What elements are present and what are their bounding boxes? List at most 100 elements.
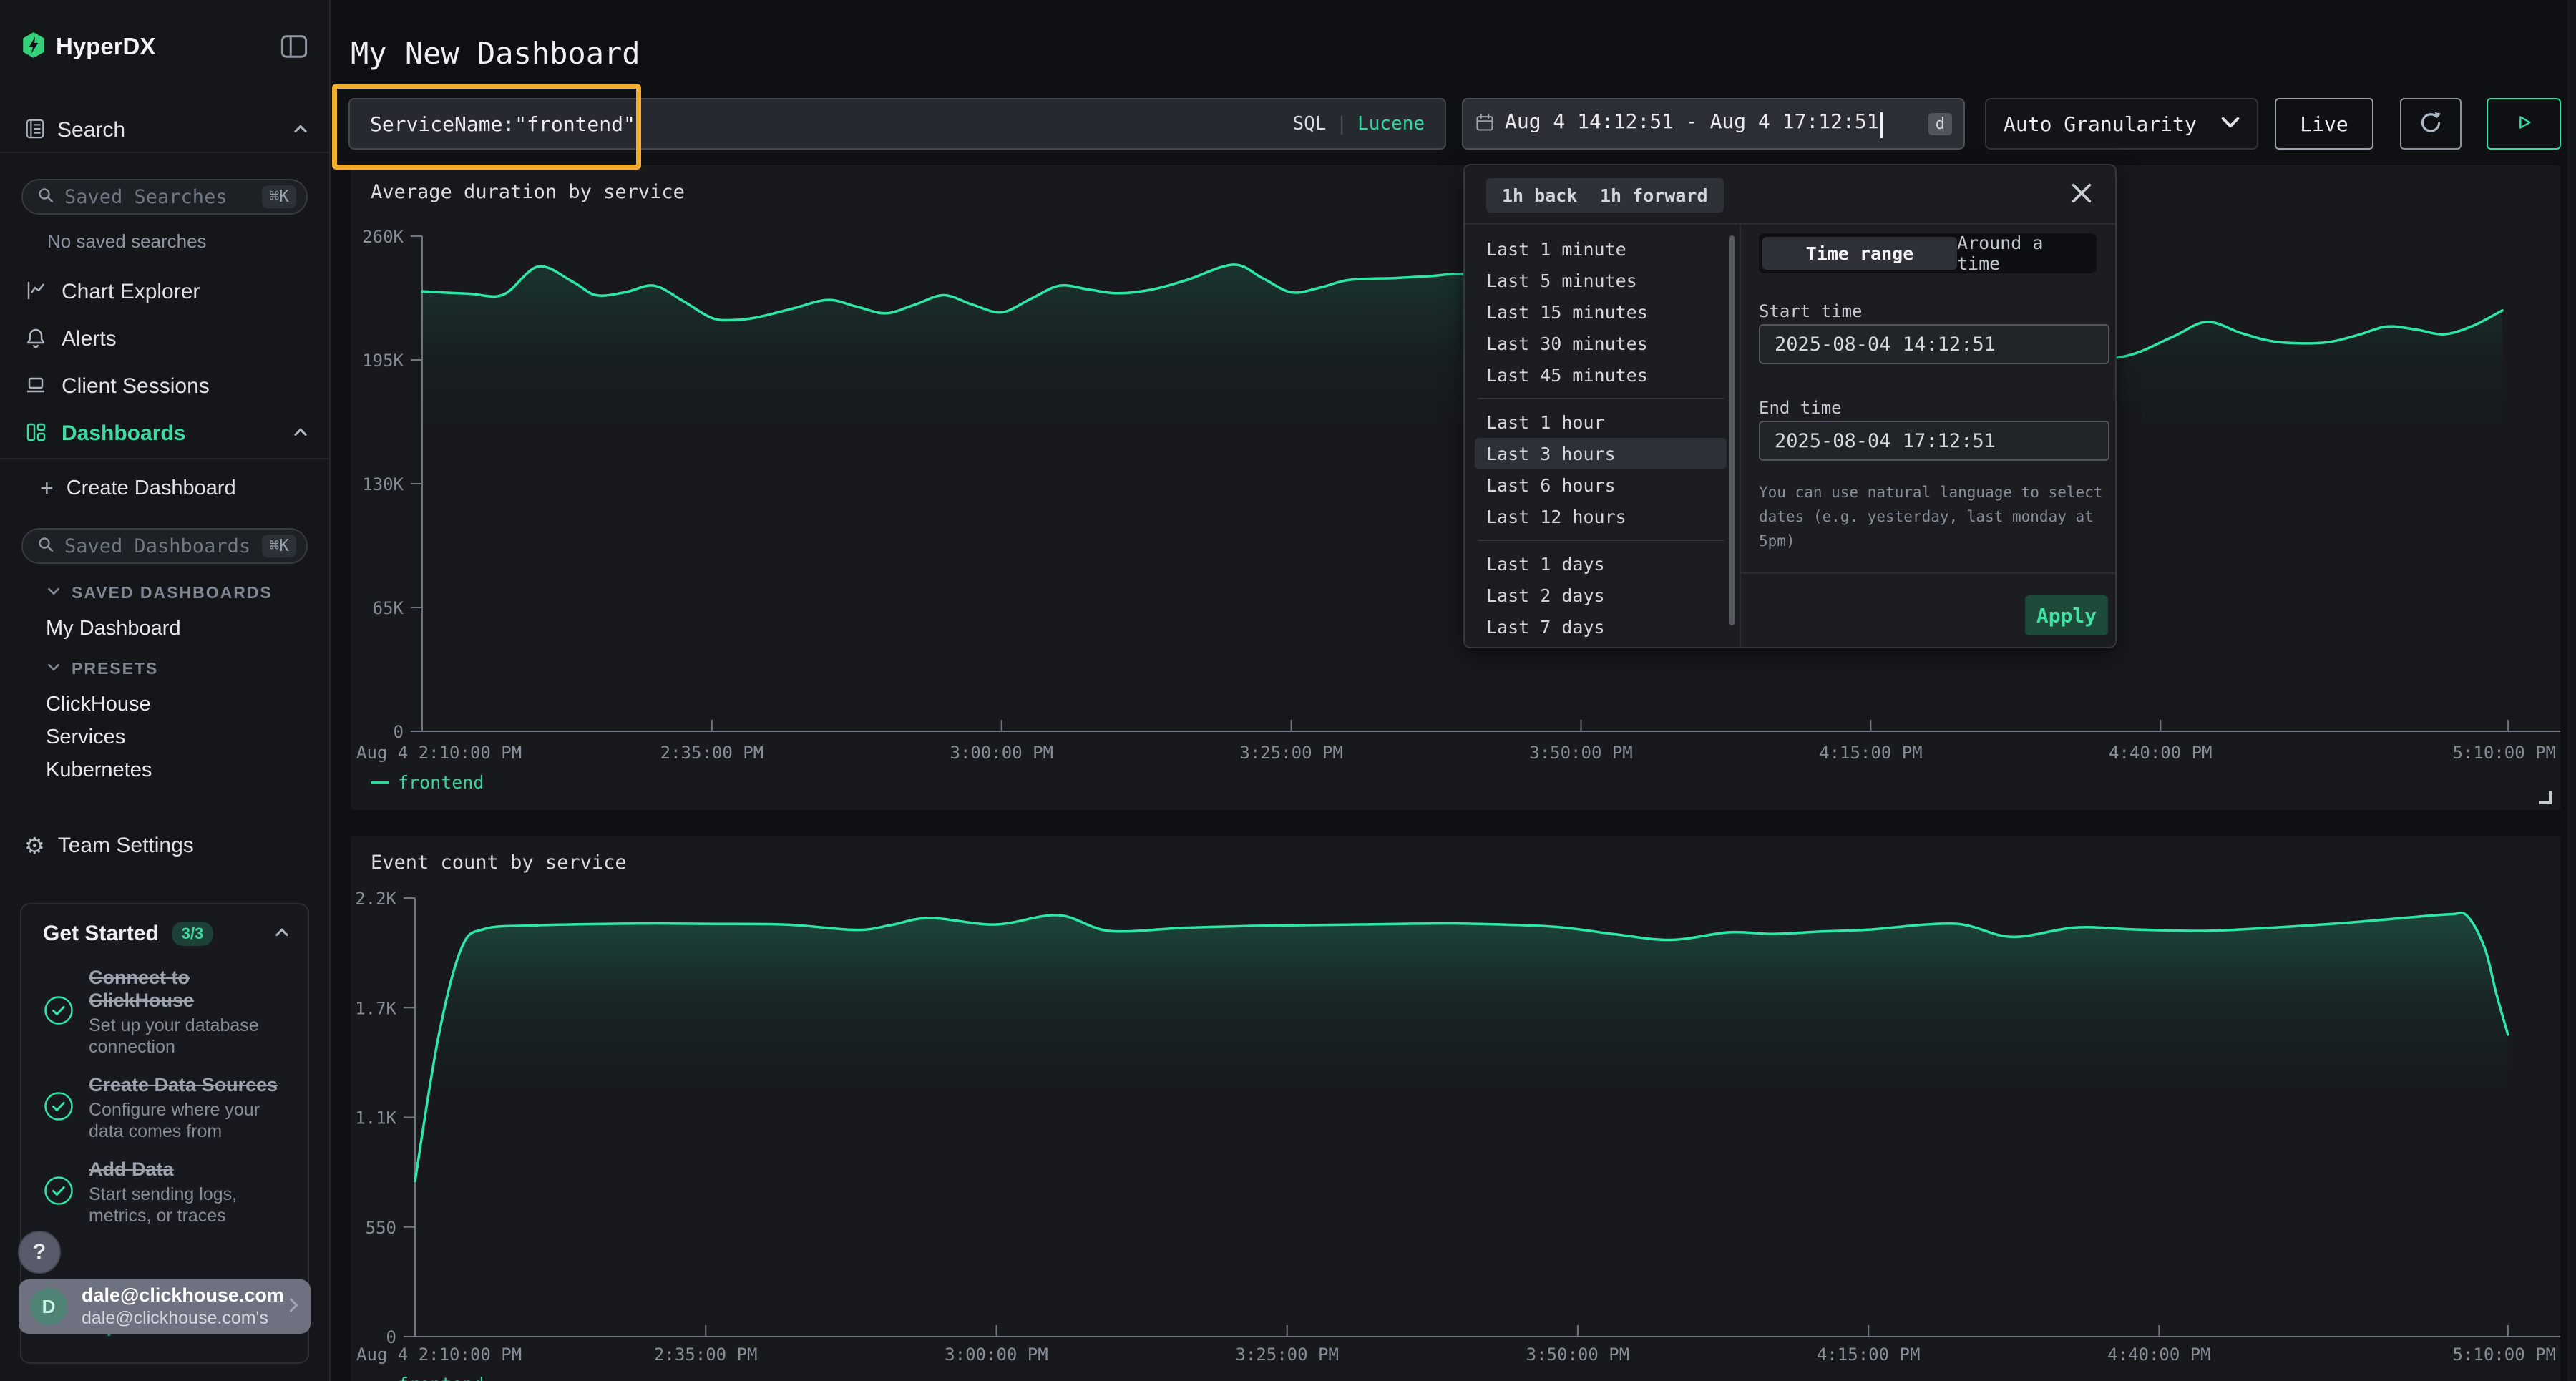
quick-range-last-30-minutes[interactable]: Last 30 minutes [1475,328,1727,359]
page-title: My New Dashboard [351,36,640,71]
sidebar-item-services[interactable]: Services [46,723,125,751]
average-duration-line-chart[interactable]: 065K130K195K260KAug 4 2:10:00 PM2:35:00 … [351,165,2560,810]
time-range-input[interactable]: Aug 4 14:12:51 - Aug 4 17:12:51 d [1462,98,1965,150]
run-query-button[interactable] [2487,98,2561,150]
event-count-line-chart[interactable]: 05501.1K1.7K2.2KAug 4 2:10:00 PM2:35:00 … [351,836,2560,1381]
search-query-input[interactable]: ServiceName:"frontend" SQL | Lucene [348,98,1446,150]
group-header-presets[interactable]: PRESETS [47,655,158,681]
live-button[interactable]: Live [2275,98,2373,150]
sidebar-item-dashboards[interactable]: Dashboards [24,410,308,457]
svg-text:2:35:00 PM: 2:35:00 PM [654,1345,758,1365]
check-circle-icon [43,995,74,1030]
check-circle-icon [43,1090,74,1126]
get-started-item[interactable]: Add DataStart sending logs, metrics, or … [43,1158,289,1226]
svg-text:Aug 4 2:10:00 PM: Aug 4 2:10:00 PM [356,743,522,763]
chevron-down-icon [47,586,60,599]
quick-range-last-12-hours[interactable]: Last 12 hours [1475,501,1727,532]
quick-range-last-15-minutes[interactable]: Last 15 minutes [1475,296,1727,328]
quick-range-last-1-minute[interactable]: Last 1 minute [1475,233,1727,265]
close-icon[interactable] [2069,181,2094,209]
tab-around-a-time[interactable]: Around a time [1957,237,2093,270]
divider [1465,223,2115,225]
start-time-input[interactable]: 2025-08-04 14:12:51 [1759,324,2109,364]
svg-text:4:40:00 PM: 4:40:00 PM [2109,743,2212,763]
tab-time-range[interactable]: Time range [1762,237,1957,270]
quick-range-last-2-days[interactable]: Last 2 days [1475,580,1727,611]
sidebar-item-kubernetes[interactable]: Kubernetes [46,756,152,784]
saved-searches-input[interactable]: Saved Searches ⌘K [21,179,308,215]
svg-text:4:15:00 PM: 4:15:00 PM [1819,743,1923,763]
end-time-input[interactable]: 2025-08-04 17:12:51 [1759,421,2109,461]
chevron-down-icon [47,662,60,675]
saved-dashboards-placeholder: Saved Dashboards [64,535,262,557]
sidebar-item-my-dashboard[interactable]: My Dashboard [46,614,181,643]
chart-explorer-icon [24,279,47,306]
quick-range-last-45-minutes[interactable]: Last 45 minutes [1475,359,1727,391]
page-scrollbar[interactable] [2567,0,2576,1381]
quick-range-last-1-hour[interactable]: Last 1 hour [1475,406,1727,438]
get-started-item[interactable]: Create Data SourcesConfigure where your … [43,1073,289,1142]
calendar-icon [1475,112,1495,136]
resize-handle-icon[interactable] [2539,791,2552,804]
chart-legend[interactable]: frontend [371,1374,484,1381]
get-started-items: Connect to ClickHouseSet up your databas… [43,966,289,1226]
get-started-item[interactable]: Connect to ClickHouseSet up your databas… [43,966,289,1058]
divider [1740,223,1741,647]
quick-range-last-6-hours[interactable]: Last 6 hours [1475,469,1727,501]
chart-panel-event-count: 05501.1K1.7K2.2KAug 4 2:10:00 PM2:35:00 … [351,836,2560,1381]
end-time-label: End time [1759,398,1842,418]
sidebar-item-label: Search [57,118,125,142]
brand-name: HyperDX [56,33,155,60]
sql-toggle[interactable]: SQL [1292,113,1326,135]
chevron-right-icon [289,1297,299,1317]
svg-text:5:10:00 PM: 5:10:00 PM [2453,1345,2557,1365]
quick-range-last-7-days[interactable]: Last 7 days [1475,611,1727,643]
sidebar-item-alerts[interactable]: Alerts [24,316,308,363]
refresh-button[interactable] [2400,98,2462,150]
user-account-chip[interactable]: D dale@clickhouse.com dale@clickhouse.co… [19,1279,311,1334]
help-button[interactable]: ? [18,1231,61,1274]
group-header-saved-dashboards[interactable]: SAVED DASHBOARDS [47,580,273,605]
list-scrollbar-thumb[interactable] [1729,235,1735,625]
quick-range-last-5-minutes[interactable]: Last 5 minutes [1475,265,1727,296]
search-icon [37,187,54,208]
chart-title: Event count by service [371,851,627,874]
apply-button[interactable]: Apply [2025,595,2108,635]
svg-text:550: 550 [366,1218,396,1238]
shift-1h-back-button[interactable]: 1h back [1486,178,1593,213]
natural-language-hint: You can use natural language to select d… [1759,480,2111,553]
sidebar-item-team-settings[interactable]: ⚙ Team Settings [24,830,194,862]
divider [1478,540,1724,541]
shift-1h-forward-button[interactable]: 1h forward [1584,178,1724,213]
lucene-toggle[interactable]: Lucene [1357,113,1425,135]
quick-range-last-14-days[interactable]: Last 14 days [1475,643,1727,648]
granularity-select[interactable]: Auto Granularity [1985,98,2258,150]
check-circle-icon [43,1175,74,1210]
logo-row: HyperDX [21,30,155,63]
svg-text:3:25:00 PM: 3:25:00 PM [1239,743,1343,763]
hyperdx-logo-icon [21,31,46,62]
sidebar-item-chart-explorer[interactable]: Chart Explorer [24,268,308,316]
collapse-sidebar-icon[interactable] [280,34,308,59]
svg-text:3:50:00 PM: 3:50:00 PM [1526,1345,1630,1365]
svg-text:1.1K: 1.1K [355,1108,396,1128]
d-shortcut-badge[interactable]: d [1928,113,1952,135]
get-started-header[interactable]: Get Started 3/3 [43,922,289,946]
sidebar-item-search[interactable]: Search [24,114,308,146]
avatar: D [30,1288,67,1325]
quick-range-last-3-hours[interactable]: Last 3 hours [1475,438,1727,469]
query-text: ServiceName:"frontend" [370,112,1292,136]
chevron-down-icon [2221,117,2240,132]
sidebar-item-clickhouse[interactable]: ClickHouse [46,690,151,718]
svg-text:5:10:00 PM: 5:10:00 PM [2453,743,2557,763]
chart-legend[interactable]: frontend [371,772,484,793]
text-cursor [1880,112,1883,138]
shortcut-badge: ⌘K [262,185,296,208]
sidebar: HyperDX Search Saved Searches ⌘K No save… [0,0,331,1381]
sidebar-item-client-sessions[interactable]: Client Sessions [24,363,308,410]
create-dashboard-button[interactable]: + Create Dashboard [40,474,236,502]
svg-text:1.7K: 1.7K [355,998,396,1018]
quick-range-list: Last 1 minuteLast 5 minutesLast 15 minut… [1475,233,1727,648]
saved-dashboards-input[interactable]: Saved Dashboards ⌘K [21,528,308,564]
quick-range-last-1-days[interactable]: Last 1 days [1475,548,1727,580]
